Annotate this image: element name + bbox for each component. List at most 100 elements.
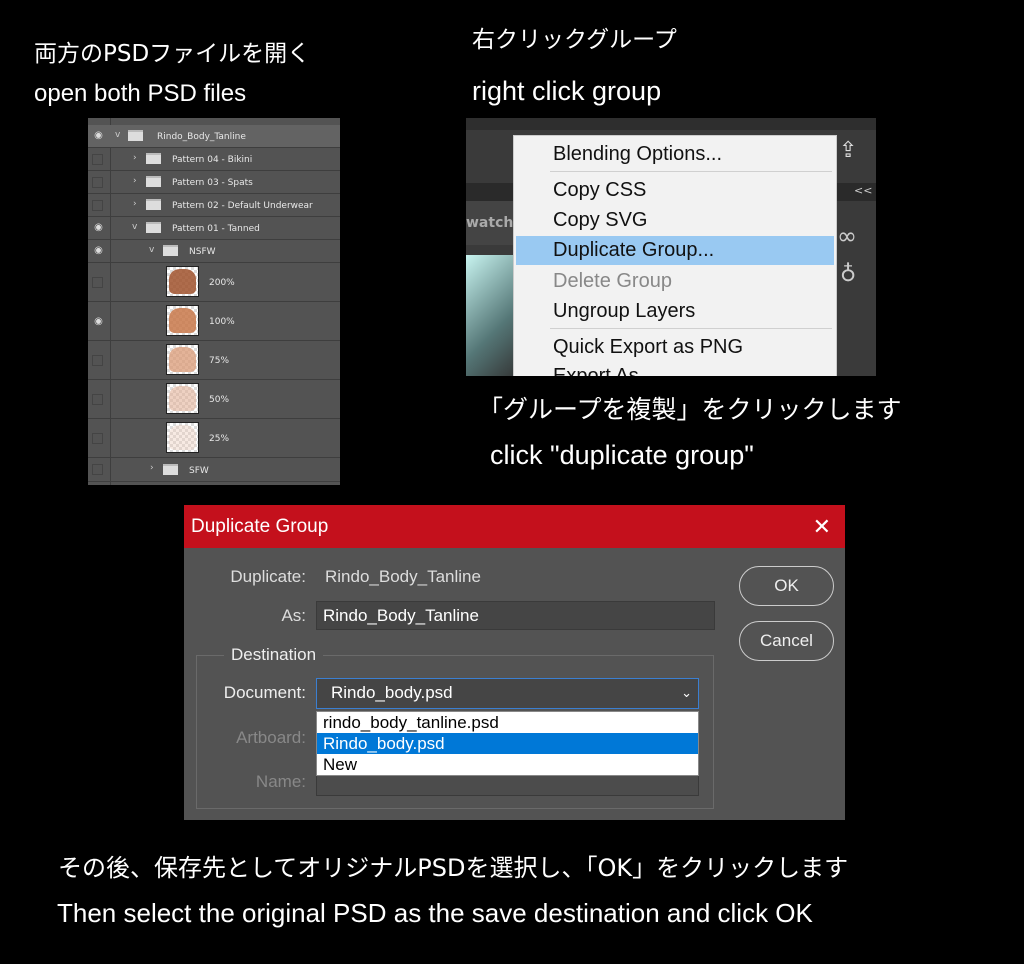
chevron-right-icon[interactable]: › xyxy=(150,463,154,473)
document-select-value: Rindo_body.psd xyxy=(331,683,453,702)
layer-thumbnail xyxy=(166,344,199,375)
creative-cloud-icon[interactable]: ∞ xyxy=(837,222,857,250)
collapse-panels-icon[interactable]: << xyxy=(854,184,872,197)
layer-name: Pattern 02 - Default Underwear xyxy=(172,201,313,211)
menu-item-blending-options[interactable]: Blending Options... xyxy=(514,140,836,169)
menu-item-copy-svg[interactable]: Copy SVG xyxy=(514,206,836,235)
chevron-down-icon[interactable]: v xyxy=(115,130,120,140)
folder-icon xyxy=(146,153,161,164)
document-label: Document: xyxy=(223,683,306,702)
eye-icon[interactable]: ◉ xyxy=(92,222,105,233)
menu-item-delete-group[interactable]: Delete Group xyxy=(514,267,836,296)
dialog-title-bar: Duplicate Group ✕ xyxy=(184,505,845,548)
eye-icon[interactable]: ◉ xyxy=(92,316,105,327)
menu-item-ungroup-layers[interactable]: Ungroup Layers xyxy=(514,297,836,326)
layer-thumbnail xyxy=(166,266,199,297)
visibility-toggle[interactable] xyxy=(92,277,103,288)
chevron-down-icon[interactable]: v xyxy=(132,222,137,232)
visibility-toggle[interactable] xyxy=(92,394,103,405)
layer-row-group[interactable]: ◉ v Pattern 01 - Tanned xyxy=(88,217,340,240)
layer-name: 75% xyxy=(209,356,230,366)
as-label: As: xyxy=(281,606,306,625)
eye-icon[interactable]: ◉ xyxy=(92,130,105,141)
step3-caption-ja: 「グループを複製」をクリックします xyxy=(478,395,902,424)
visibility-toggle[interactable] xyxy=(92,177,103,188)
chevron-right-icon[interactable]: › xyxy=(133,199,137,209)
folder-icon xyxy=(163,464,178,475)
context-menu-screenshot: watche ⇪ << ∞ ♁ Blending Options... Copy… xyxy=(466,118,876,376)
chevron-right-icon[interactable]: › xyxy=(133,176,137,186)
duplicate-value: Rindo_Body_Tanline xyxy=(325,567,481,586)
layer-row[interactable]: ◉ 100% xyxy=(88,302,340,341)
folder-icon xyxy=(146,176,161,187)
visibility-toggle[interactable] xyxy=(92,433,103,444)
layer-row[interactable]: 75% xyxy=(88,341,340,380)
dropdown-option[interactable]: rindo_body_tanline.psd xyxy=(317,712,698,733)
layer-thumbnail xyxy=(166,383,199,414)
chevron-down-icon: ⌄ xyxy=(681,685,692,700)
layer-row-group[interactable]: › Pattern 02 - Default Underwear xyxy=(88,194,340,217)
layer-row-group[interactable]: ◉ v NSFW xyxy=(88,240,340,263)
layer-name: SFW xyxy=(189,466,209,476)
menu-item-copy-css[interactable]: Copy CSS xyxy=(514,176,836,205)
duplicate-label: Duplicate: xyxy=(230,567,306,586)
top-bar xyxy=(466,118,876,130)
lightbulb-icon[interactable]: ♁ xyxy=(840,262,856,287)
dialog-title: Duplicate Group xyxy=(191,516,329,537)
folder-icon xyxy=(128,130,143,141)
menu-item-export-as[interactable]: Export As... xyxy=(514,362,836,376)
layer-name: Rindo_Body_Tanline xyxy=(157,132,246,142)
layer-name: NSFW xyxy=(189,247,216,257)
destination-label: Destination xyxy=(224,645,324,665)
layer-row-group[interactable]: › SFW xyxy=(88,458,340,482)
step3-caption-en: click "duplicate group" xyxy=(490,440,754,470)
visibility-toggle[interactable] xyxy=(92,464,103,475)
step1-caption-en: open both PSD files xyxy=(34,80,247,107)
ok-button[interactable]: OK xyxy=(739,566,834,606)
layer-thumbnail xyxy=(166,305,199,336)
dropdown-option-selected[interactable]: Rindo_body.psd xyxy=(317,733,698,754)
menu-separator xyxy=(550,171,832,172)
folder-icon xyxy=(163,245,178,256)
close-icon[interactable]: ✕ xyxy=(813,505,831,548)
dropdown-option[interactable]: New xyxy=(317,754,698,775)
layer-name: 200% xyxy=(209,278,235,288)
step4-caption-en: Then select the original PSD as the save… xyxy=(57,898,813,928)
folder-icon xyxy=(146,222,161,233)
layer-row[interactable]: 50% xyxy=(88,380,340,419)
menu-separator xyxy=(550,328,832,329)
share-icon[interactable]: ⇪ xyxy=(839,138,857,163)
document-select[interactable]: Rindo_body.psd ⌄ xyxy=(316,678,699,709)
step2-caption-ja: 右クリックグループ xyxy=(472,27,677,53)
menu-item-quick-export[interactable]: Quick Export as PNG xyxy=(514,333,836,362)
layer-row-root[interactable]: ◉ v Rindo_Body_Tanline xyxy=(88,125,340,148)
name-label: Name: xyxy=(255,772,306,791)
visibility-toggle[interactable] xyxy=(92,355,103,366)
layer-row-group[interactable]: › Pattern 04 - Bikini xyxy=(88,148,340,171)
layer-row[interactable]: 200% xyxy=(88,263,340,302)
layer-row-group[interactable]: › Pattern 03 - Spats xyxy=(88,171,340,194)
layer-name: Pattern 03 - Spats xyxy=(172,178,253,188)
layer-name: Pattern 01 - Tanned xyxy=(172,224,260,234)
chevron-right-icon[interactable]: › xyxy=(133,153,137,163)
step4-caption-ja: その後、保存先としてオリジナルPSDを選択し、「OK」をクリックします xyxy=(58,854,849,882)
chevron-down-icon[interactable]: v xyxy=(149,245,154,255)
context-menu: Blending Options... Copy CSS Copy SVG Du… xyxy=(513,135,837,376)
layer-name: Pattern 04 - Bikini xyxy=(172,155,253,165)
folder-icon xyxy=(146,199,161,210)
step2-caption-en: right click group xyxy=(472,76,662,106)
as-input[interactable]: Rindo_Body_Tanline xyxy=(316,601,715,630)
cancel-button[interactable]: Cancel xyxy=(739,621,834,661)
color-swatch-preview xyxy=(466,255,516,376)
step1-caption-ja: 両方のPSDファイルを開く xyxy=(34,41,311,67)
menu-item-duplicate-group[interactable]: Duplicate Group... xyxy=(516,236,834,265)
eye-icon[interactable]: ◉ xyxy=(92,245,105,256)
visibility-toggle[interactable] xyxy=(92,154,103,165)
document-dropdown-list: rindo_body_tanline.psd Rindo_body.psd Ne… xyxy=(316,711,699,776)
layer-row[interactable]: 25% xyxy=(88,419,340,458)
layer-thumbnail xyxy=(166,422,199,453)
visibility-toggle[interactable] xyxy=(92,200,103,211)
artboard-label: Artboard: xyxy=(236,728,306,747)
layer-name: 25% xyxy=(209,434,230,444)
layer-name: 50% xyxy=(209,395,230,405)
